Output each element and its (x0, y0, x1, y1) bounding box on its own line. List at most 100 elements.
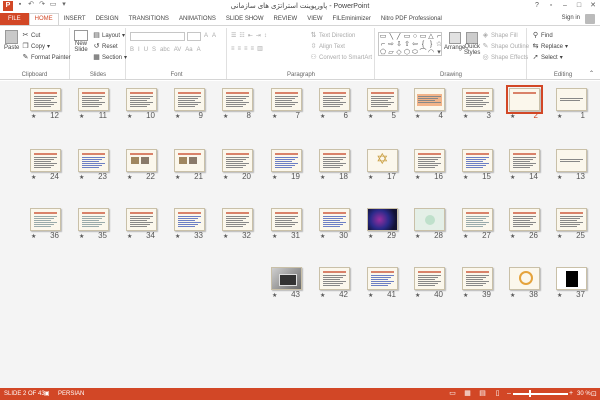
transition-star-icon[interactable]: ★ (463, 292, 468, 299)
slide-thumbnail[interactable]: ★ 22 (126, 149, 157, 181)
align-center-icon[interactable]: ≡ (238, 46, 242, 52)
slide-thumbnail[interactable]: ★ 13 (556, 149, 587, 181)
slide-thumbnail[interactable]: ★ 16 (414, 149, 445, 181)
slide-thumbnail[interactable]: ★ 28 (414, 208, 445, 240)
quick-styles-button[interactable]: Quick Styles (464, 32, 480, 56)
transition-star-icon[interactable]: ★ (320, 292, 325, 299)
slide-thumbnail[interactable]: ★ 40 (414, 267, 445, 299)
slide-thumbnail[interactable]: ★ 4 (414, 88, 445, 120)
shape-effects-button[interactable]: ◎ Shape Effects (482, 54, 528, 61)
transition-star-icon[interactable]: ★ (368, 174, 373, 181)
slide-thumbnail[interactable]: ★ 11 (78, 88, 109, 120)
help-icon[interactable]: ? (530, 0, 544, 11)
font-format-button[interactable]: Aa (185, 47, 192, 53)
transition-star-icon[interactable]: ★ (127, 174, 132, 181)
transition-star-icon[interactable]: ★ (415, 113, 420, 120)
slide-thumbnail[interactable]: ★ 10 (126, 88, 157, 120)
language-indicator[interactable]: PERSIAN (58, 391, 84, 397)
slide-thumbnail[interactable]: ★ 30 (319, 208, 350, 240)
slide-thumbnail[interactable]: ★ 24 (30, 149, 61, 181)
transition-star-icon[interactable]: ★ (463, 113, 468, 120)
tab-home[interactable]: HOME (28, 13, 59, 25)
new-slide-button[interactable]: New Slide (74, 30, 88, 53)
slide-thumbnail[interactable]: ★ 35 (78, 208, 109, 240)
slide-thumbnail[interactable]: ★ 26 (509, 208, 540, 240)
fit-to-window-icon[interactable]: ⊡ (591, 390, 597, 398)
slide-thumbnail[interactable]: ★ 14 (509, 149, 540, 181)
bullets-icon[interactable]: ☰ (231, 32, 236, 39)
text-direction-button[interactable]: ⇅ Text Direction (310, 32, 356, 39)
transition-star-icon[interactable]: ★ (510, 233, 515, 240)
font-format-button[interactable]: AV (174, 47, 182, 53)
tab-animations[interactable]: ANIMATIONS (174, 13, 221, 25)
maximize-icon[interactable]: □ (572, 0, 586, 11)
cut-button[interactable]: ✂ Cut (22, 32, 41, 39)
reset-button[interactable]: ↺ Reset (93, 43, 118, 50)
transition-star-icon[interactable]: ★ (79, 113, 84, 120)
align-text-button[interactable]: ⇳ Align Text (310, 43, 345, 50)
font-format-button[interactable]: B (130, 47, 134, 53)
layout-button[interactable]: ▤ Layout ▾ (93, 32, 125, 39)
transition-star-icon[interactable]: ★ (368, 113, 373, 120)
transition-star-icon[interactable]: ★ (510, 113, 515, 120)
slide-thumbnail[interactable]: ★ 19 (271, 149, 302, 181)
transition-star-icon[interactable]: ★ (223, 113, 228, 120)
transition-star-icon[interactable]: ★ (31, 113, 36, 120)
slide-thumbnail[interactable]: ★ 38 (509, 267, 540, 299)
slide-thumbnail[interactable]: ★ 39 (462, 267, 493, 299)
find-button[interactable]: ⚲ Find (532, 32, 553, 39)
transition-star-icon[interactable]: ★ (510, 292, 515, 299)
transition-star-icon[interactable]: ★ (415, 292, 420, 299)
tab-file[interactable]: FILE (0, 13, 29, 25)
transition-star-icon[interactable]: ★ (175, 233, 180, 240)
copy-button[interactable]: ❐ Copy ▾ (22, 43, 50, 50)
grow-font-button[interactable]: A (204, 33, 208, 39)
transition-star-icon[interactable]: ★ (320, 233, 325, 240)
slide-thumbnail[interactable]: ★ 5 (367, 88, 398, 120)
minimize-icon[interactable]: – (558, 0, 572, 11)
transition-star-icon[interactable]: ★ (31, 233, 36, 240)
slide-thumbnail[interactable]: ★ 31 (271, 208, 302, 240)
transition-star-icon[interactable]: ★ (175, 174, 180, 181)
transition-star-icon[interactable]: ★ (320, 113, 325, 120)
tab-review[interactable]: REVIEW (269, 13, 303, 25)
zoom-slider-knob[interactable] (529, 390, 531, 397)
tab-insert[interactable]: INSERT (59, 13, 91, 25)
font-format-button[interactable]: I (138, 47, 140, 53)
transition-star-icon[interactable]: ★ (272, 292, 277, 299)
numbering-icon[interactable]: ☷ (239, 32, 244, 39)
slide-thumbnail[interactable]: ★ 23 (78, 149, 109, 181)
sign-in-link[interactable]: Sign in (562, 15, 580, 21)
normal-view-icon[interactable]: ▭ (448, 390, 457, 398)
transition-star-icon[interactable]: ★ (127, 113, 132, 120)
transition-star-icon[interactable]: ★ (272, 174, 277, 181)
slide-thumbnail[interactable]: ★ 27 (462, 208, 493, 240)
font-format-button[interactable]: A (197, 47, 201, 53)
slide-thumbnail[interactable]: ★ 41 (367, 267, 398, 299)
transition-star-icon[interactable]: ★ (368, 292, 373, 299)
slide-thumbnail[interactable]: ★ 34 (126, 208, 157, 240)
slide-thumbnail[interactable]: ★ 2 (506, 85, 543, 120)
slide-thumbnail[interactable]: ★ 37 (556, 267, 587, 299)
justify-icon[interactable]: ≡ (251, 46, 255, 52)
reading-view-icon[interactable]: ▤ (478, 390, 487, 398)
select-button[interactable]: ➚ Select ▾ (532, 54, 563, 61)
transition-star-icon[interactable]: ★ (79, 233, 84, 240)
tab-transitions[interactable]: TRANSITIONS (124, 13, 174, 25)
slide-thumbnail[interactable]: ★ 8 (222, 88, 253, 120)
tab-nitro-pdf-professional[interactable]: Nitro PDF Professional (376, 13, 447, 25)
font-format-button[interactable]: U (144, 47, 148, 53)
transition-star-icon[interactable]: ★ (463, 174, 468, 181)
ribbon-display-icon[interactable]: ▫ (544, 0, 558, 11)
slide-thumbnail[interactable]: ★ 7 (271, 88, 302, 120)
slide-thumbnail[interactable]: ★ 18 (319, 149, 350, 181)
transition-star-icon[interactable]: ★ (557, 292, 562, 299)
slide-show-icon[interactable]: ▯ (493, 390, 502, 398)
convert-smartart-button[interactable]: ⚇ Convert to SmartArt (310, 54, 372, 61)
align-right-icon[interactable]: ≡ (244, 46, 248, 52)
font-format-button[interactable]: abc (160, 47, 170, 53)
tab-fileminimizer[interactable]: FILEminimizer (328, 13, 376, 25)
replace-button[interactable]: ⇆ Replace ▾ (532, 43, 568, 50)
transition-star-icon[interactable]: ★ (368, 233, 373, 240)
transition-star-icon[interactable]: ★ (175, 113, 180, 120)
